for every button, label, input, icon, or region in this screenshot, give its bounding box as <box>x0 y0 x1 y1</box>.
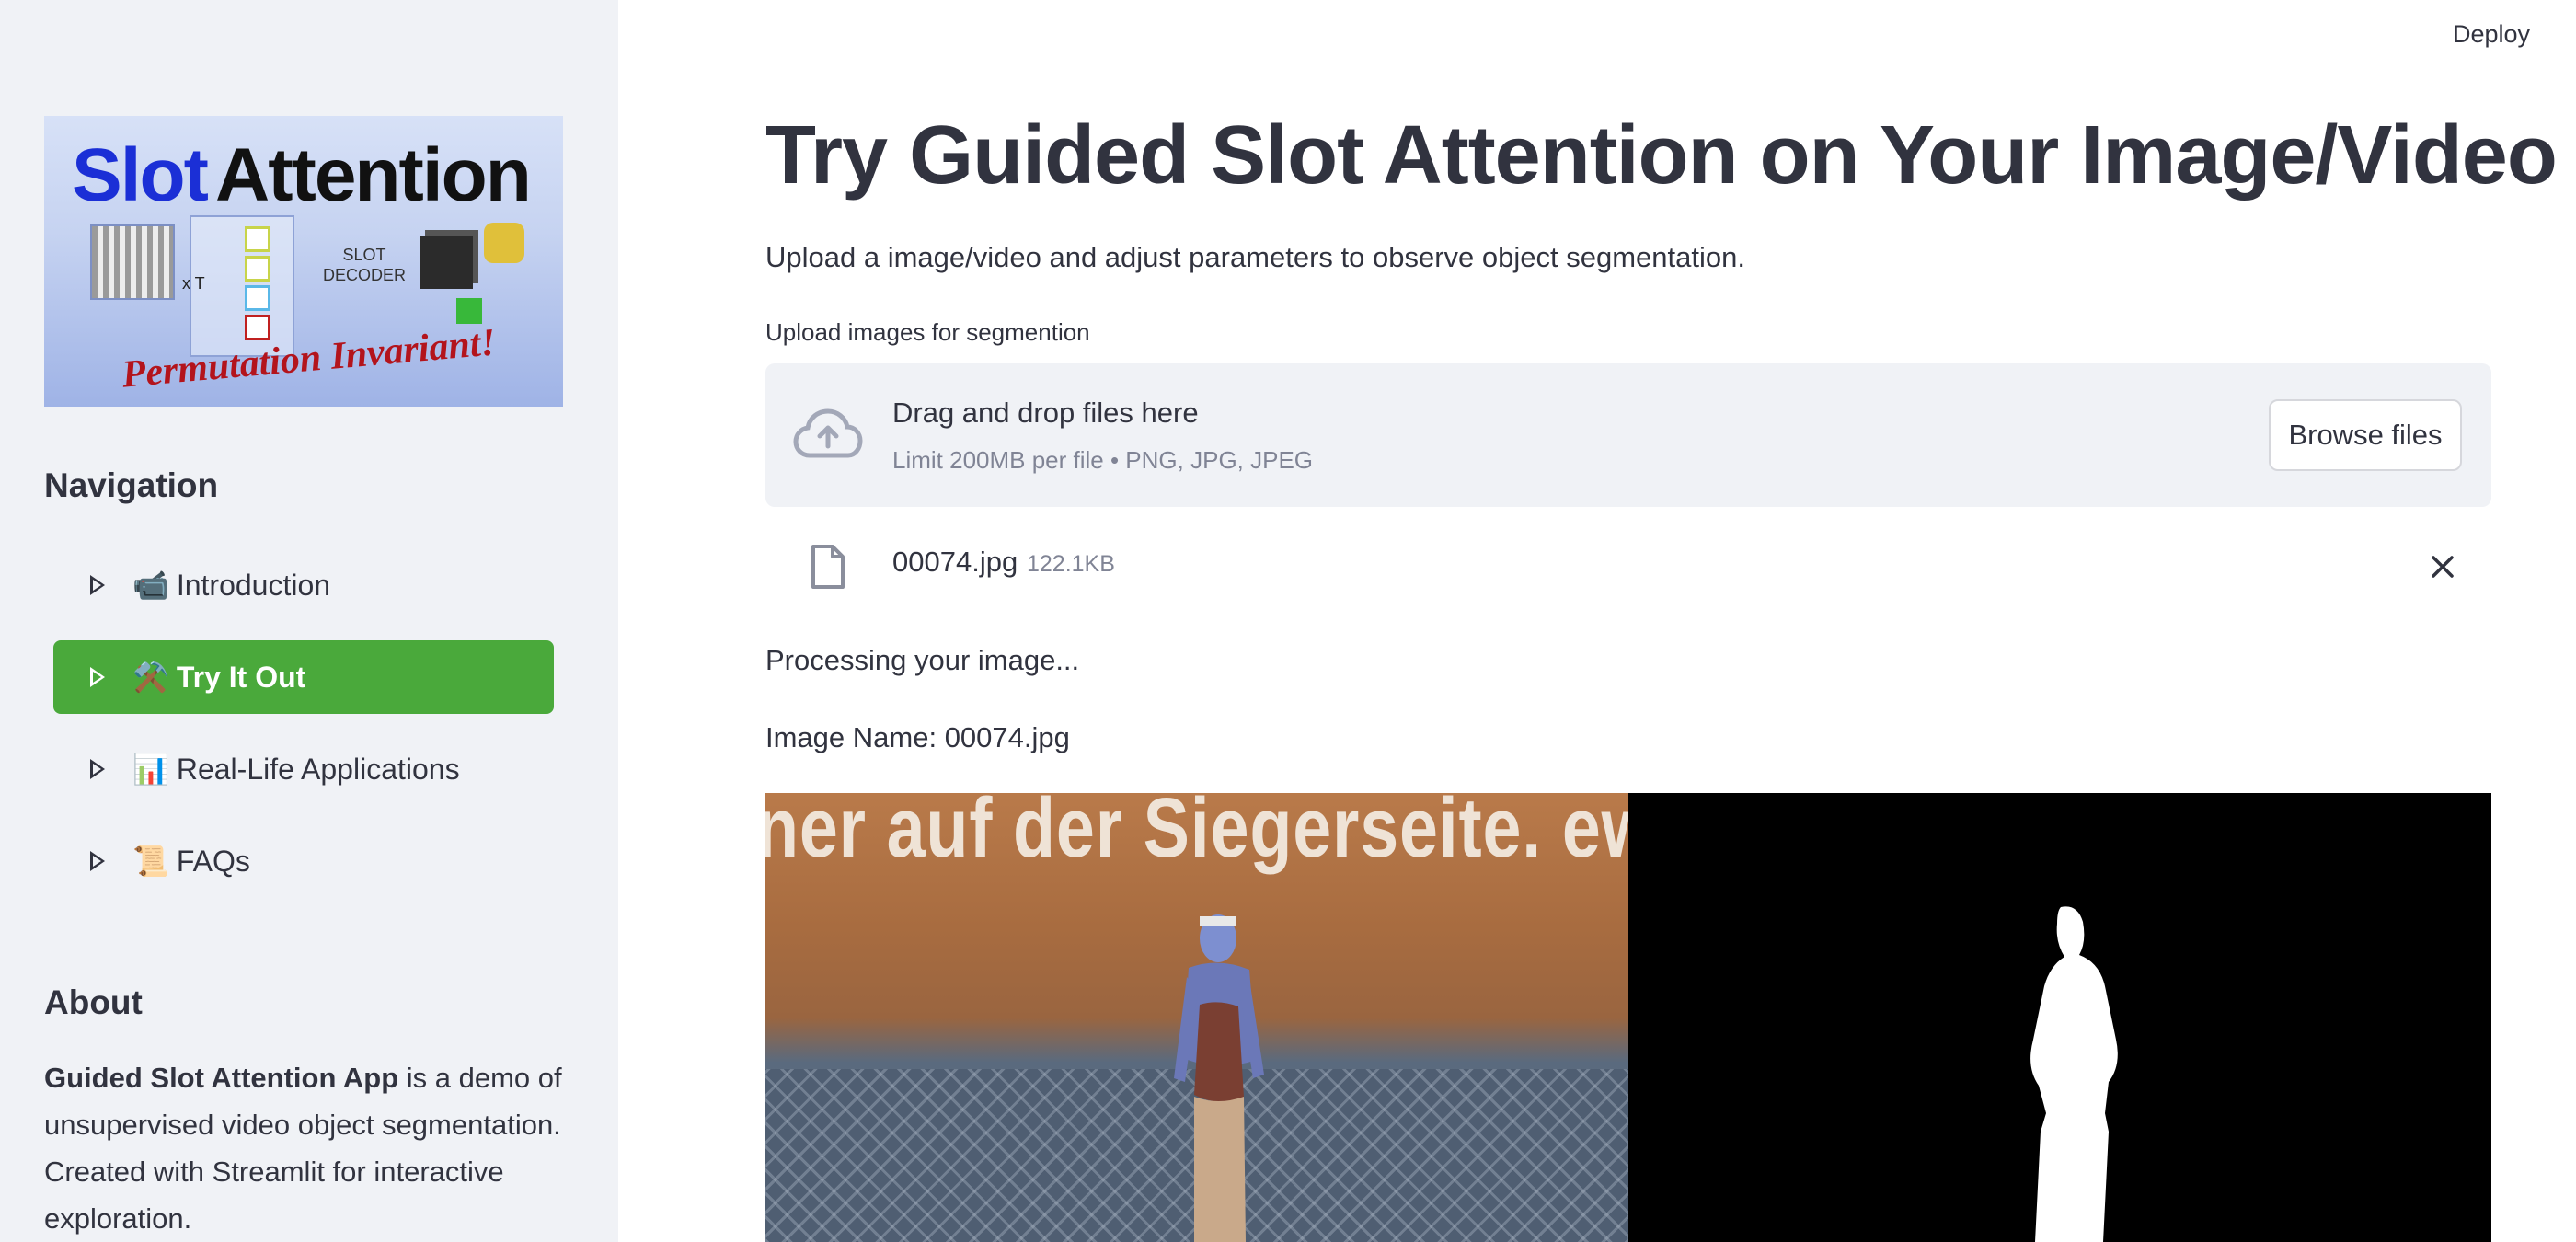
dropzone-instructions: Drag and drop files here <box>892 397 1199 429</box>
close-icon[interactable] <box>2429 553 2456 581</box>
nav-item-label: Real-Life Applications <box>176 752 460 786</box>
logo-slot-box <box>245 285 270 311</box>
banner-text: ner auf der Siegerseite. ewz <box>765 793 1628 875</box>
about-text: Guided Slot Attention App is a demo of u… <box>44 1054 578 1242</box>
hammer-pick-icon: ⚒️ <box>132 661 169 694</box>
page-subtitle: Upload a image/video and adjust paramete… <box>765 241 1745 273</box>
deploy-button[interactable]: Deploy <box>2453 20 2530 49</box>
nav-item-real-life-applications[interactable]: 📊 Real-Life Applications <box>53 732 554 806</box>
uploaded-file-name: 00074.jpg <box>892 546 1018 578</box>
uploader-label: Upload images for segmention <box>765 318 1090 346</box>
logo-slots-panel <box>190 215 294 357</box>
nav-item-faqs[interactable]: 📜 FAQs <box>53 824 554 898</box>
segmentation-mask <box>2030 906 2118 1242</box>
nav-item-label: FAQs <box>176 844 250 878</box>
file-icon <box>811 545 845 589</box>
about-heading: About <box>44 983 143 1021</box>
uploaded-file-row: 00074.jpg 122.1KB <box>765 538 2491 599</box>
file-dropzone[interactable]: Drag and drop files here Limit 200MB per… <box>765 363 2491 507</box>
logo-title-attention: Attention <box>215 133 532 217</box>
person-figure <box>1174 914 1264 1242</box>
logo-loop-label: x T <box>182 274 205 293</box>
nav-item-label: Try It Out <box>176 660 306 694</box>
logo-green-cube <box>456 298 482 324</box>
browse-files-button[interactable]: Browse files <box>2269 399 2462 471</box>
video-camera-icon: 📹 <box>132 569 169 602</box>
nav-item-label: Introduction <box>176 568 331 602</box>
original-image: ner auf der Siegerseite. ewz <box>765 793 1628 1242</box>
page-title: Try Guided Slot Attention on Your Image/… <box>765 109 2558 201</box>
segmentation-mask-image <box>1628 793 2491 1242</box>
navigation-heading: Navigation <box>44 466 219 504</box>
logo-decoder-label: SLOT DECODER <box>322 246 406 284</box>
logo-title-slot: Slot <box>72 133 209 217</box>
logo-slot-box <box>245 226 270 252</box>
bar-chart-icon: 📊 <box>132 753 169 786</box>
slot-attention-logo: Slot Attention x T SLOT DECODER Permutat… <box>44 116 563 407</box>
uploaded-file-size: 122.1KB <box>1027 551 1115 577</box>
logo-tagline: Permutation Invariant! <box>120 321 498 397</box>
logo-black-cube <box>420 236 473 289</box>
logo-yellow-cylinder <box>484 223 524 263</box>
expand-arrow-icon <box>90 759 105 779</box>
processing-status: Processing your image... <box>765 644 1080 676</box>
cloud-upload-icon <box>793 408 863 458</box>
expand-arrow-icon <box>90 575 105 595</box>
logo-slot-box <box>245 315 270 340</box>
dropzone-limit-text: Limit 200MB per file • PNG, JPG, JPEG <box>892 446 1314 474</box>
sidebar: Slot Attention x T SLOT DECODER Permutat… <box>0 0 618 1242</box>
scroll-icon: 📜 <box>132 845 169 878</box>
about-app-name: Guided Slot Attention App <box>44 1062 399 1094</box>
logo-slot-box <box>245 256 270 282</box>
expand-arrow-icon <box>90 851 105 871</box>
logo-input-grid <box>90 224 175 300</box>
nav-item-try-it-out[interactable]: ⚒️ Try It Out <box>53 640 554 714</box>
nav-item-introduction[interactable]: 📹 Introduction <box>53 548 554 622</box>
expand-arrow-icon <box>90 667 105 687</box>
image-name-text: Image Name: 00074.jpg <box>765 721 1070 753</box>
